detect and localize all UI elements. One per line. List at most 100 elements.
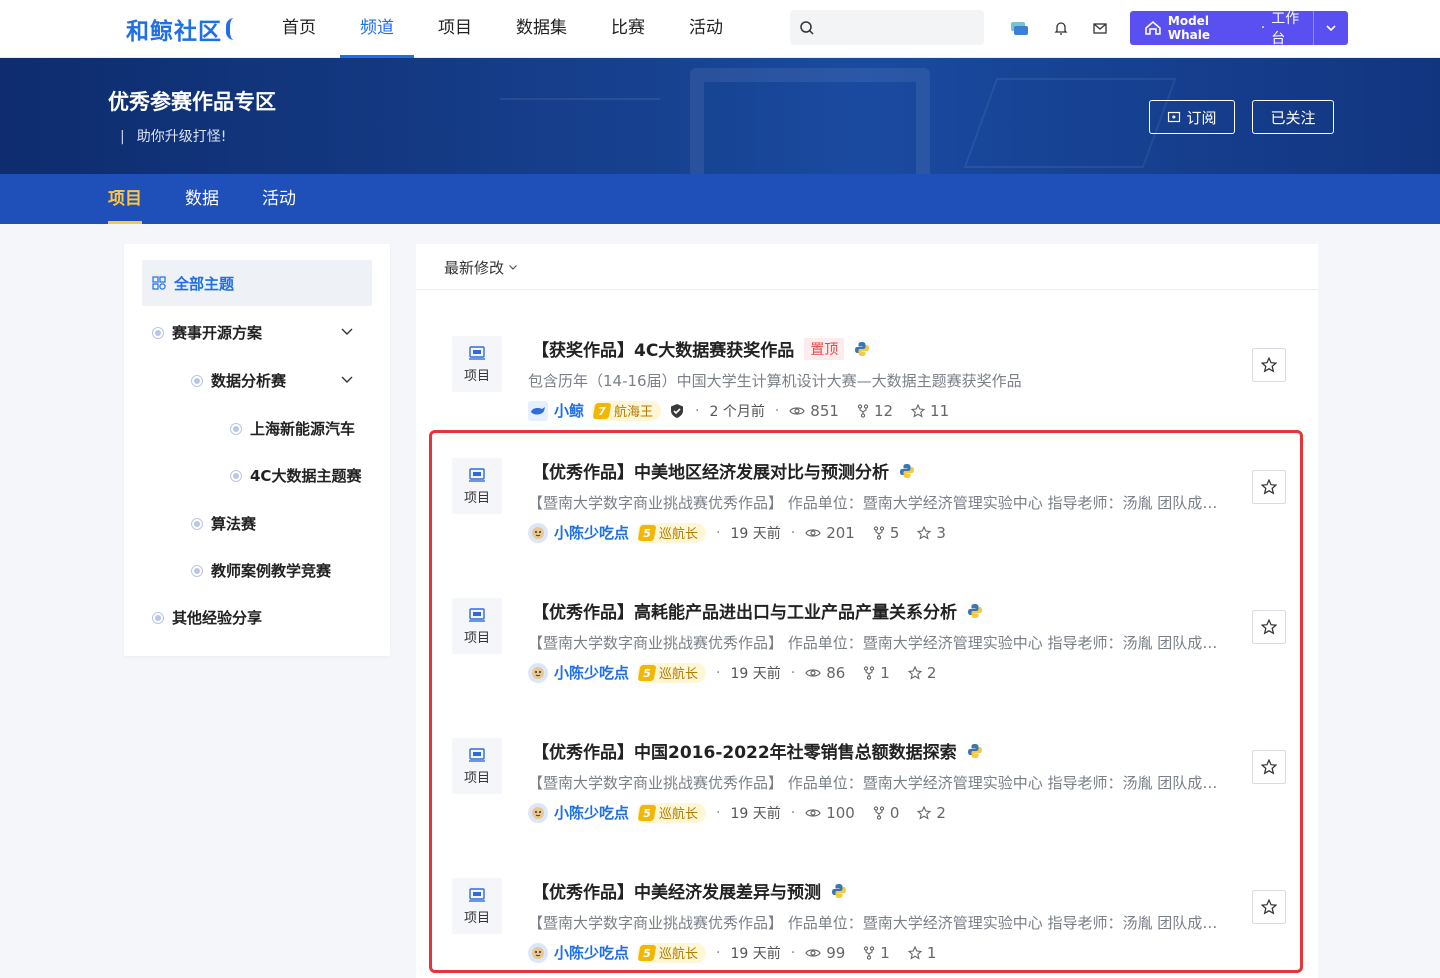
tab-activities[interactable]: 活动 [262,174,296,224]
sidebar-item-label: 赛事开源方案 [172,324,263,342]
favorite-button[interactable] [1252,348,1286,382]
sidebar-item-open-solutions[interactable]: 赛事开源方案 [152,322,262,343]
project-card[interactable]: 项目 【优秀作品】中美地区经济发展对比与预测分析 【暨南大学数字商业挑战赛优秀作… [416,422,1318,552]
nav-activities[interactable]: 活动 [669,0,743,58]
python-icon [900,463,914,478]
pinned-badge: 置顶 [804,337,845,360]
favorite-button[interactable] [1252,470,1286,504]
channel-banner: 优秀参赛作品专区 | 助你升级打怪! 订阅 已关注 [0,58,1440,174]
meta-separator: · [716,524,721,541]
star-icon [907,665,922,680]
tab-projects[interactable]: 项目 [108,174,142,224]
project-title[interactable]: 【优秀作品】中美经济发展差异与预测 [532,878,847,903]
project-title[interactable]: 【优秀作品】中国2016-2022年社零销售总额数据探索 [532,738,983,763]
forks-count: 1 [880,663,890,682]
chevron-down-icon[interactable] [340,372,354,386]
avatar[interactable] [528,522,548,543]
level-badge: 5 巡航长 [637,802,707,823]
updated-time: 19 天前 [730,525,781,542]
sidebar-item-algorithm[interactable]: 算法赛 [191,513,256,534]
banner-decoration [963,78,1177,168]
project-description: 【暨南大学数字商业挑战赛优秀作品】 作品单位：暨南大学经济管理实验中心 指导老师… [528,774,1218,792]
sidebar-item-all-topics[interactable]: 全部主题 [142,260,372,306]
sort-label: 最新修改 [444,258,505,277]
forks-stat: 1 [863,944,890,962]
project-card[interactable]: 项目 【优秀作品】中国2016-2022年社零销售总额数据探索 【暨南大学数字商… [416,702,1318,832]
sidebar-item-teacher-case[interactable]: 教师案例教学竞赛 [191,560,331,581]
bell-icon[interactable] [1050,17,1072,39]
nav-channel[interactable]: 频道 [340,0,414,58]
stars-stat: 2 [907,664,936,682]
nav-datasets[interactable]: 数据集 [496,0,587,58]
radio-icon [191,564,203,577]
author-name[interactable]: 小陈少吃点 [554,942,629,963]
sidebar-item-4c-bigdata[interactable]: 4C大数据主题赛 [230,465,361,486]
project-type-label: 项目 [463,490,490,506]
project-card[interactable]: 项目 【获奖作品】4C大数据赛获奖作品 置顶 包含历年（14-16届）中国大学生… [416,300,1318,430]
level-number: 5 [637,524,657,541]
eye-icon [805,808,821,817]
python-icon [832,883,846,898]
workspace-label: 工作台 [1271,11,1300,47]
author-name[interactable]: 小陈少吃点 [554,662,629,683]
project-icon [469,345,485,360]
radio-icon [191,517,203,530]
workspace-button[interactable]: Model Whale · 工作台 [1130,11,1348,47]
project-card[interactable]: 项目 【优秀作品】中美经济发展差异与预测 【暨南大学数字商业挑战赛优秀作品】 作… [416,842,1318,972]
subscribe-button[interactable]: 订阅 [1149,100,1235,134]
level-title: 巡航长 [659,667,699,682]
tab-data[interactable]: 数据 [185,174,219,224]
cloud-app-icon[interactable] [1008,17,1030,39]
project-type-tag: 项目 [452,458,502,514]
project-type-label: 项目 [463,368,490,384]
avatar[interactable] [528,400,548,421]
views-stat: 99 [805,944,845,962]
sidebar-item-label: 教师案例教学竞赛 [211,562,332,580]
level-title: 巡航长 [659,807,699,822]
author-name[interactable]: 小鲸 [554,400,584,421]
project-title[interactable]: 【优秀作品】中美地区经济发展对比与预测分析 [532,458,915,483]
star-icon [907,945,922,960]
author-name[interactable]: 小陈少吃点 [554,802,629,823]
favorite-button[interactable] [1252,890,1286,924]
favorite-button[interactable] [1252,610,1286,644]
star-icon [917,805,932,820]
author-name[interactable]: 小陈少吃点 [554,522,629,543]
project-meta: 小陈少吃点 5 巡航长 · 19 天前 · 99 1 1 [528,942,954,963]
search-input[interactable] [790,10,984,45]
meta-separator: · [790,524,796,541]
sidebar-item-shanghai-ev[interactable]: 上海新能源汽车 [230,418,355,439]
level-badge: 5 巡航长 [637,662,707,683]
project-card[interactable]: 项目 【优秀作品】高耗能产品进出口与工业产品产量关系分析 【暨南大学数字商业挑战… [416,562,1318,692]
site-logo[interactable]: 和鲸社区 [126,12,236,46]
avatar[interactable] [528,662,548,683]
eye-icon [789,406,805,415]
avatar[interactable] [528,942,548,963]
nav-competitions[interactable]: 比赛 [591,0,665,58]
chevron-down-icon [1326,25,1336,32]
mail-icon[interactable] [1089,17,1111,39]
follow-button[interactable]: 已关注 [1252,100,1334,134]
level-badge: 5 巡航长 [637,522,707,543]
meta-separator: · [790,664,796,681]
stars-count: 3 [936,523,946,542]
sort-dropdown[interactable]: 最新修改 [444,254,518,280]
meta-separator: · [774,402,780,419]
project-type-tag: 项目 [452,336,502,392]
project-type-label: 项目 [463,770,490,786]
chevron-down-icon[interactable] [340,324,354,338]
sidebar-item-other-sharing[interactable]: 其他经验分享 [152,607,262,628]
avatar[interactable] [528,802,548,823]
workspace-dropdown[interactable] [1314,11,1348,45]
project-type-tag: 项目 [452,878,502,934]
project-icon [469,607,485,622]
project-title[interactable]: 【优秀作品】高耗能产品进出口与工业产品产量关系分析 [532,598,983,623]
project-title[interactable]: 【获奖作品】4C大数据赛获奖作品 置顶 [532,336,870,361]
nav-home[interactable]: 首页 [262,0,336,58]
nav-projects[interactable]: 项目 [418,0,492,58]
stars-count: 1 [926,943,937,962]
level-badge: 7 航海王 [592,400,662,421]
sidebar-item-data-analysis[interactable]: 数据分析赛 [191,370,286,391]
project-description: 【暨南大学数字商业挑战赛优秀作品】 作品单位：暨南大学经济管理实验中心 指导老师… [528,494,1218,512]
favorite-button[interactable] [1252,750,1286,784]
